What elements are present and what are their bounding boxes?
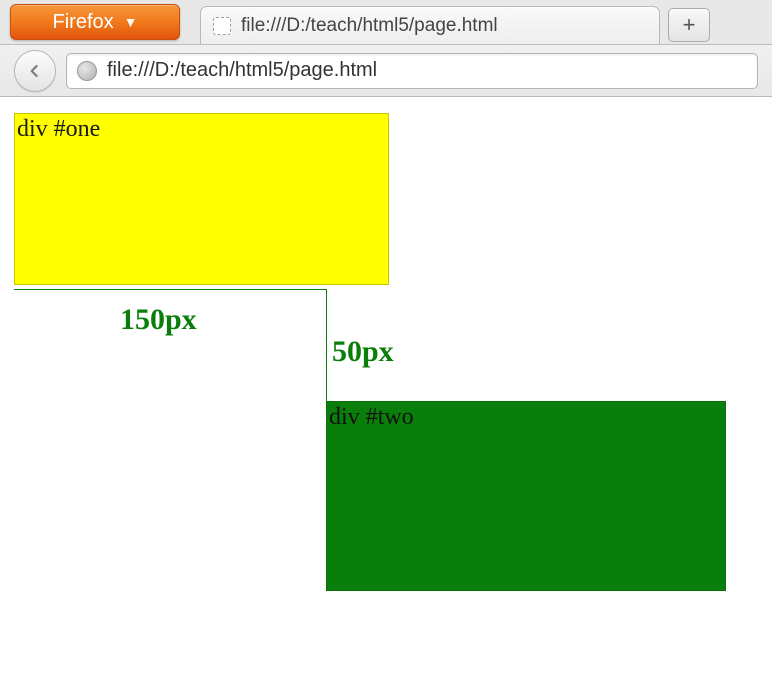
url-bar[interactable]: file:///D:/teach/html5/page.html [66,53,758,89]
chevron-down-icon: ▼ [124,14,138,30]
firefox-menu-label: Firefox [53,11,114,34]
tab-strip-row: Firefox ▼ file:///D:/teach/html5/page.ht… [0,0,772,45]
page-viewport: div #one 150px 50px div #two [0,97,772,690]
tab-title: file:///D:/teach/html5/page.html [241,15,498,37]
firefox-menu-button[interactable]: Firefox ▼ [10,4,180,40]
new-tab-button[interactable]: + [668,8,710,42]
div-one-label: div #one [17,116,100,142]
globe-icon [77,61,97,81]
arrow-left-icon [25,61,45,81]
plus-icon: + [683,12,696,38]
nav-toolbar: file:///D:/teach/html5/page.html [0,45,772,97]
url-text: file:///D:/teach/html5/page.html [107,59,377,82]
tab-active[interactable]: file:///D:/teach/html5/page.html [200,6,660,44]
measurement-label-horizontal: 150px [120,303,197,337]
guide-line-horizontal [14,289,326,290]
document-icon [213,17,231,35]
div-two-box: div #two [326,401,726,591]
back-button[interactable] [14,50,56,92]
tab-strip: file:///D:/teach/html5/page.html + [200,4,772,44]
guide-line-vertical [326,289,327,401]
measurement-label-vertical: 50px [332,335,394,369]
div-two-label: div #two [329,404,414,430]
div-one-box: div #one [14,113,389,285]
